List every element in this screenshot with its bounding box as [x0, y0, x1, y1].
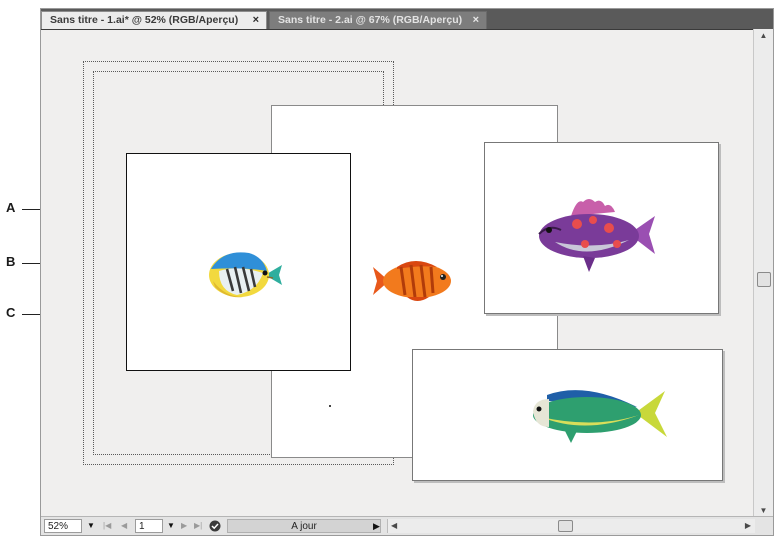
callout-a-letter: A: [6, 200, 16, 215]
callout-c-letter: C: [6, 305, 16, 320]
chevron-down-icon[interactable]: ▼: [87, 519, 95, 533]
vertical-scroll-thumb[interactable]: [757, 272, 771, 287]
butterflyfish-illustration[interactable]: [205, 247, 283, 303]
zoom-field[interactable]: 52%: [44, 519, 82, 533]
orange-fish-illustration[interactable]: [371, 257, 455, 305]
tab-label: Sans titre - 1.ai* @ 52% (RGB/Aperçu): [50, 14, 239, 26]
zoom-value: 52%: [48, 521, 69, 532]
last-artboard-icon[interactable]: ▶|: [194, 519, 202, 533]
horizontal-scrollbar[interactable]: ◀ ▶: [387, 519, 755, 533]
artboard-number: 1: [139, 521, 145, 532]
document-canvas[interactable]: [41, 29, 755, 518]
tab-label: Sans titre - 2.ai @ 67% (RGB/Aperçu): [278, 14, 463, 26]
artboard-center-point: [329, 405, 331, 407]
scroll-up-arrow-icon[interactable]: ▲: [754, 29, 773, 43]
scroll-left-arrow-icon[interactable]: ◀: [391, 519, 397, 533]
status-text-label: A jour: [291, 521, 317, 532]
previous-artboard-icon[interactable]: ◀: [121, 519, 127, 533]
next-artboard-icon[interactable]: ▶: [181, 519, 187, 533]
tab-sans-titre-2[interactable]: Sans titre - 2.ai @ 67% (RGB/Aperçu) ×: [269, 11, 487, 29]
close-icon[interactable]: ×: [473, 12, 479, 29]
close-icon[interactable]: ×: [253, 12, 259, 29]
status-check-icon[interactable]: [209, 519, 223, 533]
status-bar: 52% ▼ |◀ ◀ 1 ▼ ▶ ▶| A jour ▶ ◀ ▶: [41, 516, 773, 535]
artboard-number-field[interactable]: 1: [135, 519, 163, 533]
status-text[interactable]: A jour: [227, 519, 381, 533]
first-artboard-icon[interactable]: |◀: [103, 519, 111, 533]
document-tab-bar: Sans titre - 1.ai* @ 52% (RGB/Aperçu) × …: [41, 9, 773, 30]
dorado-illustration[interactable]: [525, 381, 669, 445]
horizontal-scroll-thumb[interactable]: [558, 520, 573, 532]
grouper-illustration[interactable]: [525, 194, 657, 274]
vertical-scrollbar[interactable]: ▲ ▼: [753, 29, 773, 518]
tab-sans-titre-1[interactable]: Sans titre - 1.ai* @ 52% (RGB/Aperçu) ×: [41, 11, 267, 29]
scroll-right-arrow-icon[interactable]: ▶: [745, 519, 751, 533]
callout-b-letter: B: [6, 254, 16, 269]
chevron-down-icon[interactable]: ▼: [167, 519, 175, 533]
status-menu-arrow-icon[interactable]: ▶: [373, 519, 380, 533]
illustrator-document-window: Sans titre - 1.ai* @ 52% (RGB/Aperçu) × …: [40, 8, 774, 536]
